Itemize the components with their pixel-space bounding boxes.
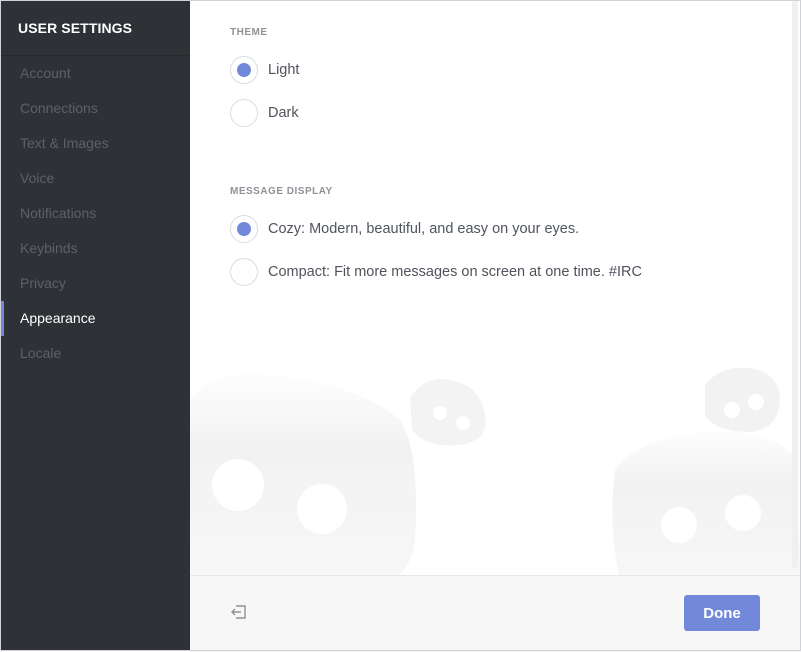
- sidebar-item-voice[interactable]: Voice: [0, 161, 190, 196]
- radio-dark[interactable]: [230, 99, 258, 127]
- theme-option-dark-label: Dark: [268, 105, 299, 121]
- sidebar-item-appearance[interactable]: Appearance: [0, 301, 190, 336]
- display-option-compact[interactable]: Compact: Fit more messages on screen at …: [230, 257, 642, 287]
- message-display-section-title: MESSAGE DISPLAY: [230, 186, 333, 197]
- sidebar-item-keybinds[interactable]: Keybinds: [0, 231, 190, 266]
- display-option-compact-label: Compact: Fit more messages on screen at …: [268, 264, 642, 280]
- display-option-cozy[interactable]: Cozy: Modern, beautiful, and easy on you…: [230, 214, 579, 244]
- sidebar-item-text-images[interactable]: Text & Images: [0, 126, 190, 161]
- theme-option-light[interactable]: Light: [230, 55, 299, 85]
- sidebar-item-locale[interactable]: Locale: [0, 336, 190, 371]
- background-mascot-art: [190, 367, 801, 575]
- sidebar-item-account[interactable]: Account: [0, 56, 190, 91]
- display-option-cozy-label: Cozy: Modern, beautiful, and easy on you…: [268, 221, 580, 237]
- sidebar-item-connections[interactable]: Connections: [0, 91, 190, 126]
- radio-selected-dot: [237, 63, 251, 77]
- theme-option-dark[interactable]: Dark: [230, 98, 299, 128]
- logout-icon[interactable]: [230, 603, 248, 621]
- radio-selected-dot: [237, 222, 251, 236]
- settings-footer: Done: [190, 575, 801, 652]
- radio-compact[interactable]: [230, 258, 258, 286]
- settings-sidebar: USER SETTINGS Account Connections Text &…: [0, 0, 190, 651]
- scrollbar[interactable]: [791, 0, 799, 568]
- appearance-panel: THEME Light Dark MESSAGE DISPLAY Cozy: M…: [190, 0, 801, 575]
- theme-section-title: THEME: [230, 27, 268, 38]
- sidebar-item-privacy[interactable]: Privacy: [0, 266, 190, 301]
- theme-option-light-label: Light: [268, 62, 300, 78]
- sidebar-title: USER SETTINGS: [0, 0, 190, 56]
- sidebar-item-notifications[interactable]: Notifications: [0, 196, 190, 231]
- done-button[interactable]: Done: [684, 595, 760, 631]
- radio-cozy[interactable]: [230, 215, 258, 243]
- radio-light[interactable]: [230, 56, 258, 84]
- sidebar-nav: Account Connections Text & Images Voice …: [0, 56, 190, 371]
